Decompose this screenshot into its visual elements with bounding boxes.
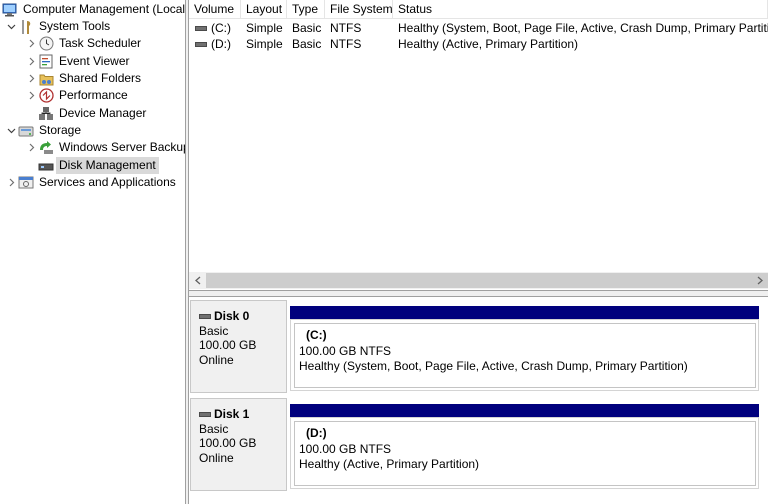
layout-cell: Simple	[246, 37, 283, 51]
disk-type: Basic	[199, 421, 229, 436]
tree-item-shared-folders[interactable]: Shared Folders	[24, 70, 144, 87]
tree-item-label: Performance	[59, 88, 128, 102]
tree-item-system-tools[interactable]: System Tools	[4, 18, 113, 35]
volume-name: (D:)	[211, 37, 231, 51]
computer-management-icon	[2, 2, 18, 18]
tree-item-label: Storage	[39, 123, 82, 137]
partition-details: (D:) 100.00 GB NTFS Healthy (Active, Pri…	[294, 421, 756, 486]
disk-row: Disk 1 Basic 100.00 GB Online (D:) 100.0…	[189, 395, 768, 491]
status-cell: Healthy (Active, Primary Partition)	[398, 37, 579, 51]
services-icon	[18, 175, 34, 191]
disk-type: Basic	[199, 323, 229, 338]
layout-cell: Simple	[246, 21, 283, 35]
tree-item-windows-server-backup[interactable]: Windows Server Backup	[24, 139, 185, 156]
column-header-file-system[interactable]: File System	[325, 0, 393, 19]
tree-item-event-viewer[interactable]: Event Viewer	[24, 53, 132, 70]
table-row[interactable]: (D:) Simple Basic NTFS Healthy (Active, …	[189, 36, 768, 52]
disk-size: 100.00 GB	[199, 436, 257, 450]
tree-item-label: Task Scheduler	[59, 36, 142, 50]
column-header-layout[interactable]: Layout	[241, 0, 287, 19]
disk-icon	[38, 158, 54, 174]
tree-item-label: Disk Management	[56, 157, 159, 174]
disk-row: Disk 0 Basic 100.00 GB Online (C:) 100.0…	[189, 297, 768, 393]
column-header-volume[interactable]: Volume	[189, 0, 241, 19]
status-cell: Healthy (System, Boot, Page File, Active…	[398, 21, 768, 35]
disk-info-panel[interactable]: Disk 0 Basic 100.00 GB Online	[190, 300, 287, 393]
partition-header-bar	[290, 306, 759, 319]
volume-list: Volume Layout Type File System Status (C…	[189, 0, 768, 292]
storage-icon	[18, 123, 34, 139]
chevron-right-icon[interactable]	[24, 87, 38, 104]
event-viewer-icon	[38, 54, 54, 70]
navigation-tree: Computer Management (Local System Tools …	[0, 0, 185, 504]
volume-cell: (D:)	[195, 36, 231, 52]
tree-item-label: Device Manager	[59, 106, 147, 120]
disk-size: 100.00 GB	[199, 338, 257, 352]
filesystem-cell: NTFS	[330, 21, 362, 35]
tree-item-label: Event Viewer	[59, 54, 130, 68]
disk-state: Online	[199, 352, 234, 367]
horizontal-scrollbar[interactable]	[189, 272, 768, 289]
backup-icon	[38, 140, 54, 156]
filesystem-cell: NTFS	[330, 37, 362, 51]
partition-size: 100.00 GB NTFS	[299, 441, 392, 456]
partition-size: 100.00 GB NTFS	[299, 343, 392, 358]
tree-item-task-scheduler[interactable]: Task Scheduler	[24, 35, 144, 52]
disk-icon	[199, 411, 211, 417]
tree-item-label: Shared Folders	[59, 71, 142, 85]
chevron-right-icon[interactable]	[24, 70, 38, 87]
performance-icon	[38, 88, 54, 104]
tree-root[interactable]: Computer Management (Local	[2, 1, 185, 18]
chevron-right-icon[interactable]	[24, 139, 38, 156]
volume-icon	[195, 26, 207, 32]
partition-block[interactable]: (D:) 100.00 GB NTFS Healthy (Active, Pri…	[290, 417, 759, 489]
tree-root-label: Computer Management (Local	[23, 2, 185, 16]
tree-item-device-manager[interactable]: Device Manager	[38, 105, 149, 122]
tree-item-disk-management[interactable]: Disk Management	[38, 157, 159, 174]
disk-icon	[199, 313, 211, 319]
type-cell: Basic	[292, 21, 322, 35]
chevron-right-icon[interactable]	[4, 174, 18, 191]
scroll-right-arrow-icon[interactable]	[751, 272, 768, 289]
tree-item-performance[interactable]: Performance	[24, 87, 131, 104]
partition-details: (C:) 100.00 GB NTFS Healthy (System, Boo…	[294, 323, 756, 388]
disk-info-panel[interactable]: Disk 1 Basic 100.00 GB Online	[190, 398, 287, 491]
disk-state: Online	[199, 450, 234, 465]
chevron-right-icon[interactable]	[24, 53, 38, 70]
view-splitter[interactable]	[189, 290, 768, 297]
partition-header-bar	[290, 404, 759, 417]
volume-icon	[195, 42, 207, 48]
tree-item-label: Services and Applications	[39, 175, 176, 189]
partition-status: Healthy (Active, Primary Partition)	[299, 457, 480, 471]
partition-name: (C:)	[306, 328, 327, 342]
volume-cell: (C:)	[195, 20, 231, 36]
chevron-down-icon[interactable]	[4, 18, 18, 35]
chevron-right-icon[interactable]	[24, 35, 38, 52]
partition-block[interactable]: (C:) 100.00 GB NTFS Healthy (System, Boo…	[290, 319, 759, 391]
clock-icon	[38, 36, 54, 52]
scrollbar-thumb[interactable]	[206, 273, 768, 288]
scroll-left-arrow-icon[interactable]	[189, 272, 206, 289]
tree-item-label: System Tools	[39, 19, 111, 33]
column-header-status[interactable]: Status	[393, 0, 768, 19]
tree-item-label: Windows Server Backup	[59, 140, 185, 154]
column-header-type[interactable]: Type	[287, 0, 325, 19]
partition-name: (D:)	[306, 426, 327, 440]
tree-item-storage[interactable]: Storage	[4, 122, 84, 139]
disk-name: Disk 1	[214, 407, 250, 421]
partition-status: Healthy (System, Boot, Page File, Active…	[299, 359, 688, 373]
disk-name: Disk 0	[214, 309, 250, 323]
type-cell: Basic	[292, 37, 322, 51]
shared-folder-icon	[38, 71, 54, 87]
volume-name: (C:)	[211, 21, 231, 35]
chevron-down-icon[interactable]	[4, 122, 18, 139]
disk-graphical-view: Disk 0 Basic 100.00 GB Online (C:) 100.0…	[189, 297, 768, 504]
device-manager-icon	[38, 106, 54, 122]
table-row[interactable]: (C:) Simple Basic NTFS Healthy (System, …	[189, 20, 768, 36]
tree-item-services-and-applications[interactable]: Services and Applications	[4, 174, 179, 191]
tools-icon	[18, 19, 34, 35]
